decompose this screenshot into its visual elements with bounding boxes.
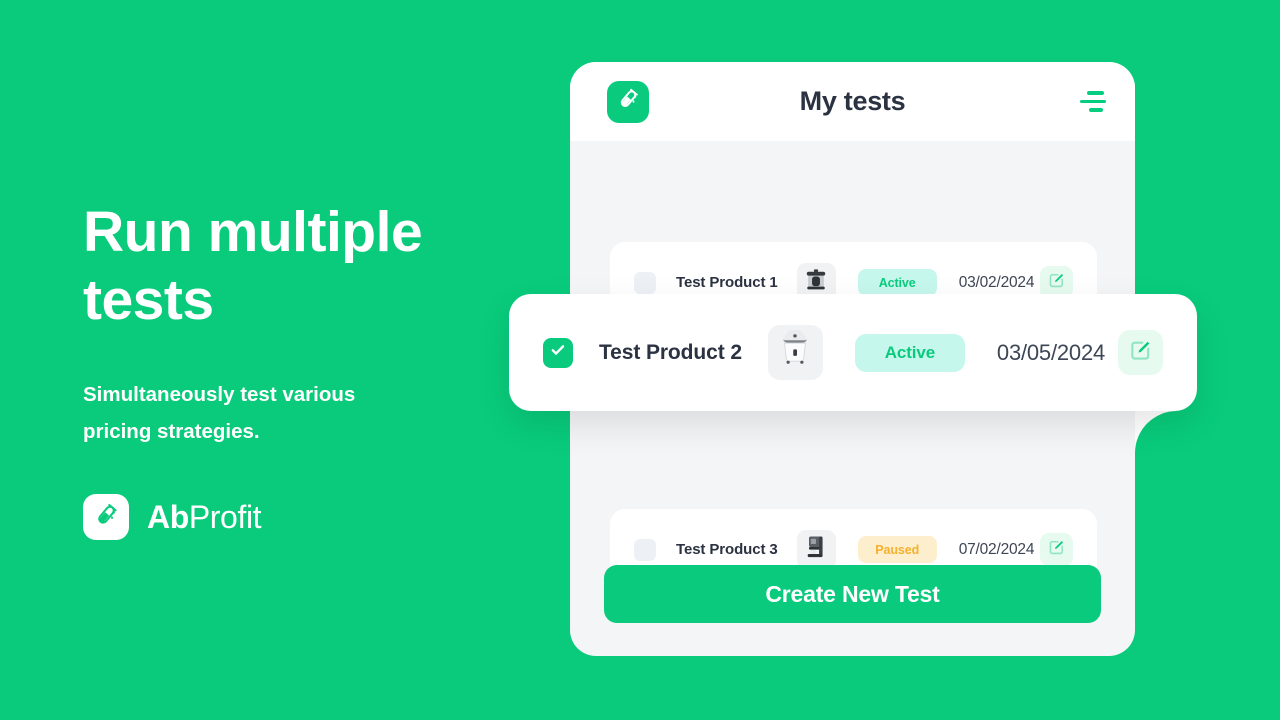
brand-logo-mark <box>83 494 129 540</box>
test-tube-icon <box>616 87 640 116</box>
product-thumbnail <box>767 325 823 380</box>
hamburger-menu-icon[interactable] <box>1078 90 1108 114</box>
test-tube-icon <box>93 502 119 533</box>
check-icon <box>549 341 567 364</box>
status-badge: Active <box>854 333 965 372</box>
row-checkbox-checked[interactable] <box>543 337 573 368</box>
brand-name: AbProfit <box>147 498 262 536</box>
test-date: 03/02/2024 <box>958 273 1035 291</box>
hero-card-tail <box>1135 411 1177 453</box>
rice-cooker-icon <box>775 329 815 375</box>
menu-line-2 <box>1080 99 1106 104</box>
status-badge: Paused <box>857 536 937 563</box>
table-row-highlighted[interactable]: Test Product 2 Active 03/05/2024 <box>509 294 1197 411</box>
test-date: 03/05/2024 <box>996 339 1106 365</box>
row-checkbox[interactable] <box>634 538 656 561</box>
status-badge: Active <box>857 269 937 296</box>
menu-line-3 <box>1089 108 1103 112</box>
create-new-test-button[interactable]: Create New Test <box>604 565 1101 623</box>
app-title: My tests <box>799 86 906 116</box>
test-name: Test Product 3 <box>676 541 778 558</box>
espresso-machine-icon <box>802 533 830 566</box>
test-name: Test Product 2 <box>599 340 742 364</box>
menu-line-1 <box>1087 91 1104 95</box>
edit-pencil-icon <box>1048 539 1065 561</box>
brand-lockup: AbProfit <box>83 494 503 540</box>
promo-subtitle: Simultaneously test various pricing stra… <box>83 383 356 443</box>
edit-button[interactable] <box>1118 330 1163 375</box>
page-title: Run multiple tests <box>83 200 423 332</box>
app-logo <box>607 80 649 123</box>
test-name: Test Product 1 <box>676 274 778 291</box>
product-thumbnail <box>796 530 836 569</box>
brand-name-light: Profit <box>188 498 262 535</box>
edit-pencil-icon <box>1129 339 1152 367</box>
brand-name-strong: Ab <box>147 498 189 535</box>
promo-panel: Run multiple tests Simultaneously test v… <box>83 198 503 540</box>
test-date: 07/02/2024 <box>958 540 1035 558</box>
app-header: My tests <box>570 62 1135 141</box>
edit-button[interactable] <box>1040 533 1073 566</box>
edit-pencil-icon <box>1048 272 1065 294</box>
row-checkbox[interactable] <box>634 271 656 294</box>
